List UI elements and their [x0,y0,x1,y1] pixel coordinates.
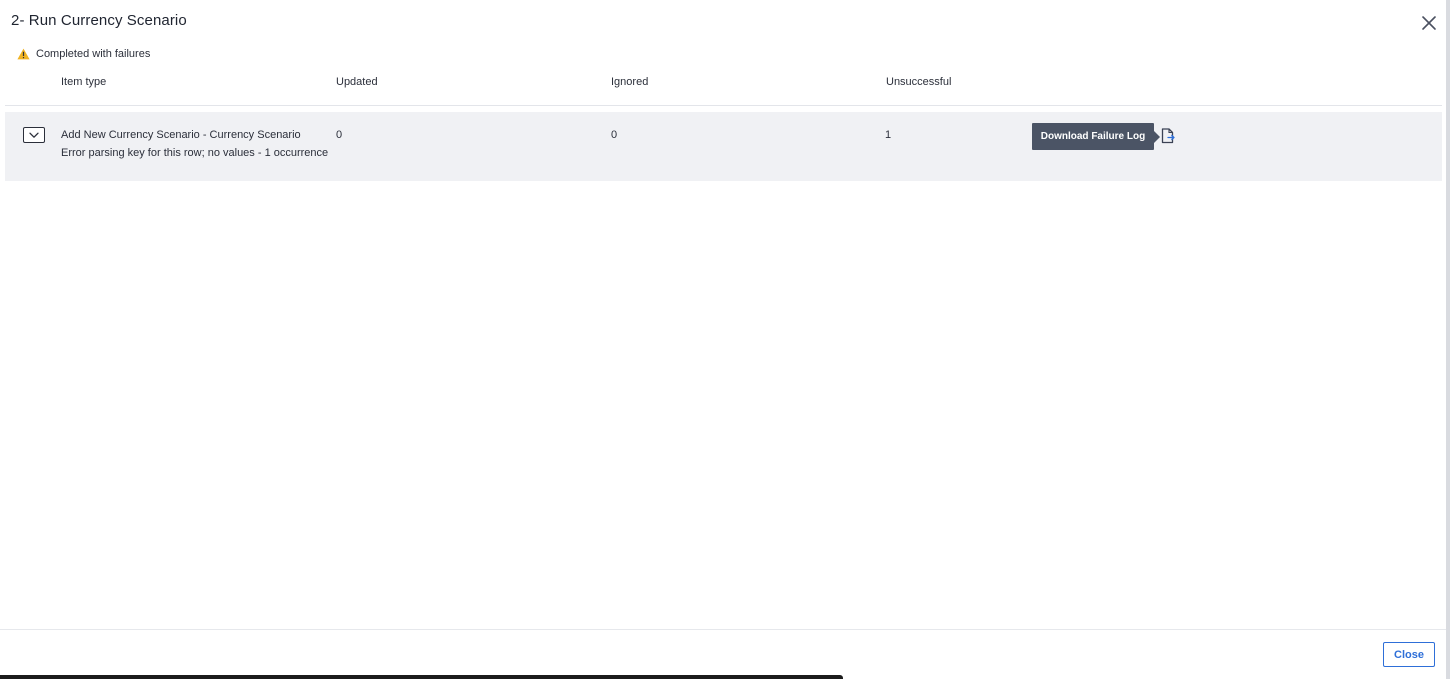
download-failure-log-tooltip: Download Failure Log [1032,123,1160,150]
run-results-dialog: 2- Run Currency Scenario Completed with … [0,0,1446,679]
column-header-updated: Updated [336,76,378,88]
download-file-icon[interactable] [1161,128,1175,144]
updated-count: 0 [336,129,343,141]
column-header-item-type: Item type [61,76,107,88]
footer-divider [0,629,1446,630]
close-icon[interactable] [1419,13,1439,33]
horizontal-scrollbar[interactable] [0,675,843,679]
chevron-down-icon [29,132,39,139]
table-row: Add New Currency Scenario - Currency Sce… [5,112,1442,181]
close-button[interactable]: Close [1383,642,1435,667]
status-text: Completed with failures [36,48,151,60]
table-header: Item type Updated Ignored Unsuccessful [5,70,1442,106]
ignored-count: 0 [611,129,618,141]
window-edge [1446,0,1450,679]
item-error-detail: Error parsing key for this row; no value… [61,147,329,159]
unsuccessful-count: 1 [885,129,892,141]
warning-icon [17,48,30,60]
item-type-cell: Add New Currency Scenario - Currency Sce… [61,129,301,141]
column-header-unsuccessful: Unsuccessful [886,76,952,88]
expand-row-button[interactable] [23,127,45,143]
dialog-title: 2- Run Currency Scenario [11,12,187,29]
column-header-ignored: Ignored [611,76,649,88]
status-message: Completed with failures [17,46,150,62]
